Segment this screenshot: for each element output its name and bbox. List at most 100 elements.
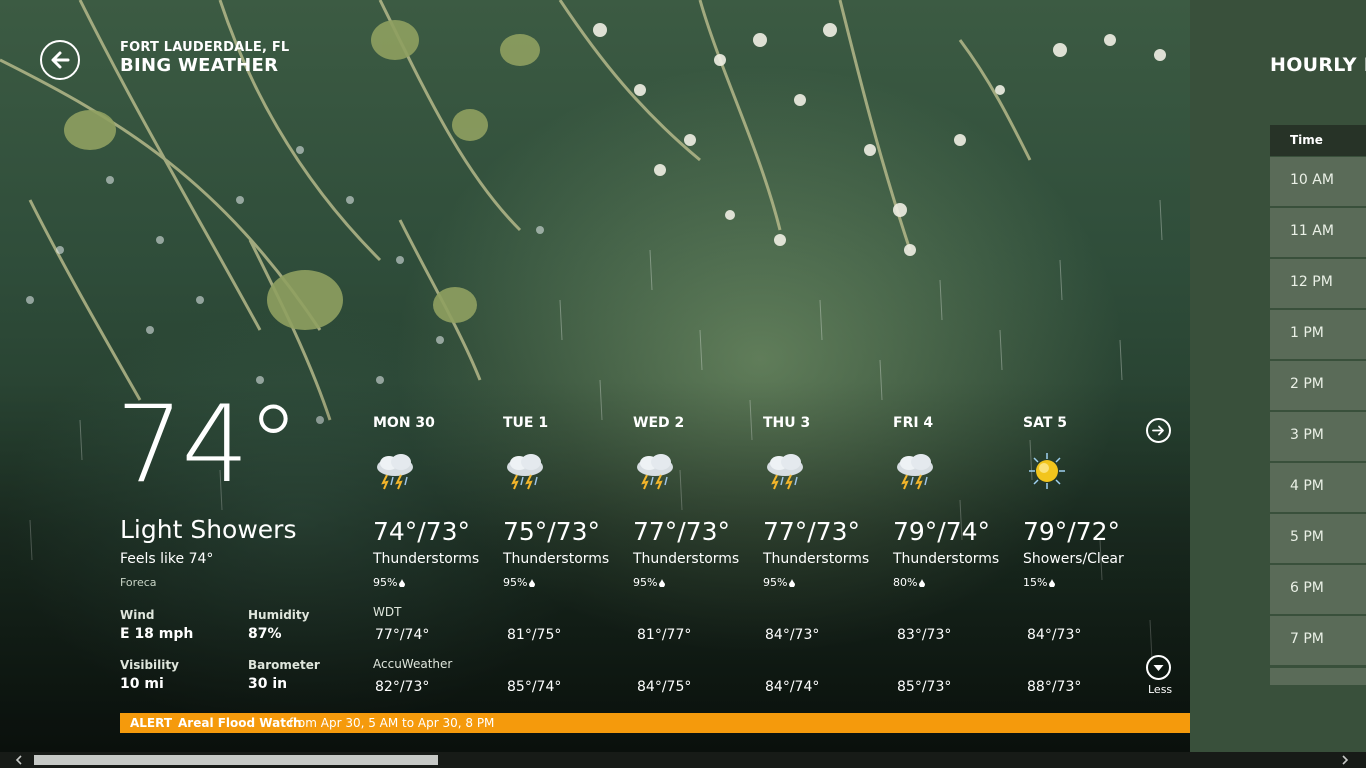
barometer-label: Barometer [248,658,320,672]
hourly-row[interactable]: 7 PM [1270,616,1366,665]
sun-showers-icon [1029,453,1065,489]
thunderstorm-icon [897,454,933,490]
app-title: BING WEATHER [120,55,279,76]
precip-value: 95% [373,576,398,589]
hour-label: 5 PM [1290,529,1324,545]
alert-title: Areal Flood Watch [178,716,302,730]
wdt-temperature: 84°/73° [765,627,820,643]
day-name: TUE 1 [503,415,549,431]
current-temperature: 74° [116,383,300,506]
scrollbar-thumb[interactable] [34,755,438,765]
wdt-temperature: 83°/73° [897,627,952,643]
chevron-down-icon [1153,665,1164,671]
scroll-left-icon[interactable] [12,753,26,767]
accuweather-provider-label: AccuWeather [373,657,453,671]
day-name: FRI 4 [893,415,934,431]
raindrop-icon [1049,579,1056,587]
wdt-temperature: 84°/73° [1027,627,1082,643]
hourly-forecast-panel: HOURLY F Time 10 AM 11 AM 12 PM 1 PM 2 P… [1190,0,1366,752]
hourly-table-header: Time [1270,125,1366,156]
back-button[interactable] [40,40,80,80]
current-provider: Foreca [120,576,157,589]
visibility-label: Visibility [120,658,179,672]
humidity-label: Humidity [248,608,310,622]
day-name: WED 2 [633,415,685,431]
thunderstorm-icon [767,454,803,490]
day-condition: Thunderstorms [503,551,610,567]
next-days-button[interactable] [1146,418,1171,443]
hour-label: 11 AM [1290,223,1334,239]
precip-chance: 15% [1023,576,1056,589]
precip-value: 80% [893,576,918,589]
wdt-temperature: 81°/77° [637,627,692,643]
feels-like: Feels like 74° [120,551,214,567]
day-name: THU 3 [763,415,811,431]
day-temperature: 75°/73° [503,517,601,546]
precip-value: 95% [763,576,788,589]
alert-detail: from Apr 30, 5 AM to Apr 30, 8 PM [289,716,495,730]
precip-value: 95% [633,576,658,589]
weather-alert-bar[interactable]: ALERT Areal Flood Watch from Apr 30, 5 A… [120,713,1190,733]
current-condition: Light Showers [120,515,297,544]
day-condition: Thunderstorms [893,551,1000,567]
thunderstorm-icon [637,454,673,490]
time-column-header: Time [1290,133,1323,147]
barometer-value: 30 in [248,676,288,692]
wind-label: Wind [120,608,155,622]
humidity-value: 87% [248,626,282,642]
scroll-right-icon[interactable] [1338,753,1352,767]
back-arrow-icon [51,51,70,69]
hourly-row[interactable]: 3 PM [1270,412,1366,461]
location-label: FORT LAUDERDALE, FL [120,40,290,55]
hourly-forecast-title: HOURLY F [1270,54,1366,76]
hour-label: 6 PM [1290,580,1324,596]
hour-label: 7 PM [1290,631,1324,647]
day-temperature: 74°/73° [373,517,471,546]
accuweather-temperature: 84°/74° [765,679,820,695]
precip-value: 95% [503,576,528,589]
hourly-row[interactable]: 11 AM [1270,208,1366,257]
hour-label: 3 PM [1290,427,1324,443]
hourly-row[interactable]: 12 PM [1270,259,1366,308]
hourly-row[interactable]: 2 PM [1270,361,1366,410]
horizontal-scrollbar[interactable] [0,752,1366,768]
accuweather-temperature: 85°/74° [507,679,562,695]
accuweather-temperature: 88°/73° [1027,679,1082,695]
hourly-row[interactable]: 6 PM [1270,565,1366,614]
wind-value: E 18 mph [120,626,194,642]
hourly-row[interactable]: 5 PM [1270,514,1366,563]
hour-label: 4 PM [1290,478,1324,494]
less-button[interactable] [1146,655,1171,680]
day-name: SAT 5 [1023,415,1067,431]
day-condition: Thunderstorms [633,551,740,567]
hour-label: 10 AM [1290,172,1334,188]
thunderstorm-icon [507,454,543,490]
raindrop-icon [919,579,926,587]
accuweather-temperature: 85°/73° [897,679,952,695]
thunderstorm-icon [377,454,413,490]
less-label[interactable]: Less [1148,683,1172,696]
day-name: MON 30 [373,415,435,431]
hourly-row[interactable]: 1 PM [1270,310,1366,359]
accuweather-temperature: 82°/73° [375,679,430,695]
wdt-temperature: 77°/74° [375,627,430,643]
alert-tag: ALERT [130,716,173,730]
hourly-row-partial [1270,668,1366,685]
precip-chance: 95% [373,576,406,589]
day-temperature: 79°/72° [1023,517,1121,546]
day-temperature: 77°/73° [633,517,731,546]
wdt-temperature: 81°/75° [507,627,562,643]
hourly-row[interactable]: 10 AM [1270,157,1366,206]
accuweather-temperature: 84°/75° [637,679,692,695]
day-condition: Thunderstorms [763,551,870,567]
hour-label: 12 PM [1290,274,1333,290]
precip-chance: 95% [633,576,666,589]
day-condition: Showers/Clear [1023,551,1124,567]
arrow-right-icon [1152,425,1164,436]
raindrop-icon [789,579,796,587]
hourly-row[interactable]: 4 PM [1270,463,1366,512]
precip-chance: 80% [893,576,926,589]
precip-value: 15% [1023,576,1048,589]
raindrop-icon [399,579,406,587]
raindrop-icon [659,579,666,587]
